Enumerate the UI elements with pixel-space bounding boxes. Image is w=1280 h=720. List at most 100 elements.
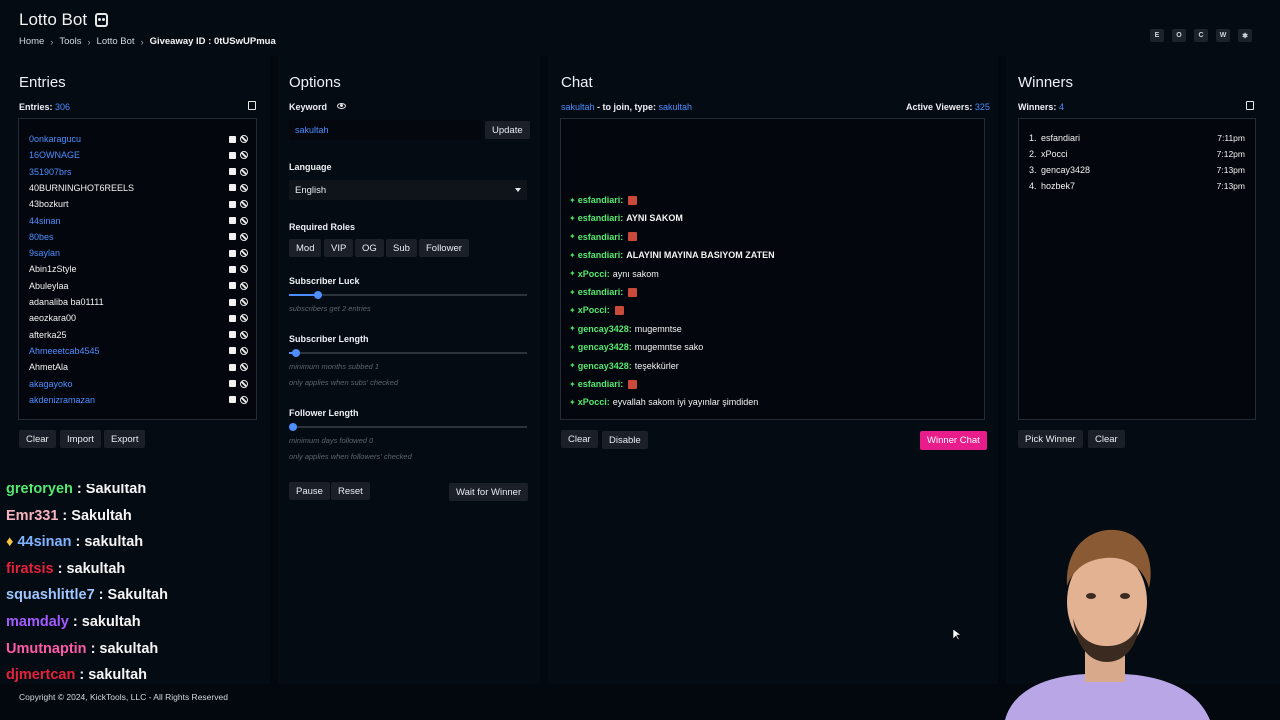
entries-import-button[interactable]: Import [60, 430, 101, 448]
toggle-winners-button[interactable]: W [1216, 29, 1230, 42]
slider-thumb[interactable] [289, 423, 297, 431]
ban-icon[interactable] [240, 298, 248, 306]
ban-icon[interactable] [240, 135, 248, 143]
breadcrumb-home[interactable]: Home [19, 36, 44, 47]
winner-row: 3. gencay3428 7:13pm [1029, 165, 1245, 175]
ban-icon[interactable] [240, 363, 248, 372]
copy-icon[interactable] [1243, 101, 1254, 114]
copy-icon[interactable] [245, 101, 256, 114]
entry-checkbox[interactable] [229, 298, 236, 306]
entry-checkbox[interactable] [229, 233, 236, 241]
role-sub-toggle[interactable]: Sub [386, 239, 417, 257]
breadcrumb-lotto-bot[interactable]: Lotto Bot [97, 36, 135, 47]
follower-length-slider[interactable] [289, 423, 527, 431]
chat-username[interactable]: xPocci: [578, 305, 610, 315]
chat-log[interactable]: ✦ esfandiari: ✦ esfandiari: AYNI SAKOM ✦ esfan… [560, 118, 985, 420]
ban-icon[interactable] [240, 330, 248, 339]
pause-button[interactable]: Pause [289, 482, 330, 500]
role-mod-toggle[interactable]: Mod [289, 239, 322, 257]
entry-row: akagayoko [29, 376, 248, 392]
chat-username[interactable]: esfandiari: [578, 232, 624, 242]
entry-checkbox[interactable] [229, 363, 236, 371]
entry-checkbox[interactable] [229, 217, 236, 224]
entry-row: 40BURNINGHOT6REELS [29, 180, 248, 196]
ban-icon[interactable] [240, 346, 248, 355]
chat-text: ALAYINI MAYINA BASIYOM ZATEN [626, 250, 775, 261]
role-vip-toggle[interactable]: VIP [324, 239, 354, 257]
chat-username[interactable]: gencay3428: [578, 342, 632, 352]
ban-icon[interactable] [240, 200, 248, 209]
ban-icon[interactable] [240, 265, 248, 274]
ban-icon[interactable] [240, 151, 248, 160]
entry-checkbox[interactable] [229, 331, 236, 339]
chat-username[interactable]: esfandiari: [578, 287, 624, 297]
pick-winner-button[interactable]: Pick Winner [1018, 430, 1083, 448]
chat-message: ✦ xPocci: aynı sakom [569, 269, 659, 279]
ban-icon[interactable] [240, 395, 248, 404]
eye-icon[interactable] [337, 103, 346, 109]
entry-name: 80bes [29, 231, 54, 242]
stream-chat-user: greforyeh [6, 484, 73, 497]
entry-checkbox[interactable] [229, 265, 236, 273]
entry-checkbox[interactable] [229, 135, 236, 143]
settings-icon[interactable]: ✱ [1238, 29, 1252, 42]
ban-icon[interactable] [240, 281, 248, 290]
keyword-input[interactable]: sakultah [289, 120, 481, 140]
subscriber-length-slider[interactable] [289, 349, 527, 357]
ban-icon[interactable] [240, 232, 248, 241]
ban-icon[interactable] [240, 167, 248, 176]
winner-time: 7:11pm [1217, 133, 1245, 143]
entry-name: 9saylan [29, 248, 61, 259]
entries-clear-button[interactable]: Clear [19, 430, 56, 448]
entry-checkbox[interactable] [229, 249, 236, 257]
subscriber-luck-slider[interactable] [289, 291, 527, 299]
entry-checkbox[interactable] [229, 380, 236, 387]
chat-username[interactable]: gencay3428: [578, 324, 632, 334]
reset-button[interactable]: Reset [331, 482, 370, 500]
entry-checkbox[interactable] [229, 200, 236, 208]
chat-clear-button[interactable]: Clear [561, 430, 598, 448]
slider-thumb[interactable] [292, 349, 301, 357]
ban-icon[interactable] [240, 379, 248, 388]
entry-checkbox[interactable] [229, 347, 236, 355]
toggle-options-button[interactable]: O [1172, 29, 1186, 42]
chat-username[interactable]: esfandiari: [578, 250, 624, 260]
entries-export-button[interactable]: Export [104, 430, 146, 448]
language-select[interactable]: English [289, 180, 527, 200]
winner-chat-button[interactable]: Winner Chat [920, 431, 987, 450]
streamer-webcam [985, 522, 1225, 720]
entry-checkbox[interactable] [229, 282, 236, 290]
entry-checkbox[interactable] [229, 151, 236, 159]
toggle-chat-button[interactable]: C [1194, 29, 1208, 42]
wait-for-winner-button[interactable]: Wait for Winner [449, 483, 529, 501]
update-button[interactable]: Update [485, 121, 530, 139]
ban-icon[interactable] [240, 314, 248, 323]
stream-chat-message: Umutnaptin : sakultah [6, 641, 158, 657]
slider-thumb[interactable] [313, 291, 322, 299]
ban-icon[interactable] [240, 183, 248, 192]
follower-length-label: Follower Length [289, 408, 359, 418]
role-og-toggle[interactable]: OG [355, 239, 384, 257]
entry-checkbox[interactable] [229, 396, 236, 404]
entry-checkbox[interactable] [229, 168, 236, 176]
ban-icon[interactable] [240, 216, 248, 225]
chat-username[interactable]: xPocci: [578, 269, 610, 279]
badge-icon: ✦ [569, 379, 576, 389]
stream-chat-message: Emr331 : Sakultah [6, 508, 132, 524]
chat-username[interactable]: esfandiari: [578, 213, 624, 223]
entry-checkbox[interactable] [229, 184, 236, 192]
chat-disable-button[interactable]: Disable [602, 431, 648, 449]
badge-icon: ✦ [569, 269, 576, 279]
toggle-entries-button[interactable]: E [1150, 29, 1164, 42]
chat-username[interactable]: esfandiari: [578, 379, 624, 389]
chat-username[interactable]: gencay3428: [578, 361, 632, 371]
chat-username[interactable]: esfandiari: [578, 195, 624, 205]
role-follower-toggle[interactable]: Follower [419, 239, 469, 257]
breadcrumb-tools[interactable]: Tools [59, 36, 81, 47]
chat-username[interactable]: xPocci: [578, 397, 610, 407]
winners-clear-button[interactable]: Clear [1088, 430, 1125, 448]
entry-checkbox[interactable] [229, 314, 236, 322]
entry-row: Abuleylaa [29, 278, 248, 294]
ban-icon[interactable] [240, 249, 248, 258]
entries-list[interactable]: 0onkaragucu 16OWNAGE 351907brs 40BURNINGHOT… [18, 118, 257, 420]
